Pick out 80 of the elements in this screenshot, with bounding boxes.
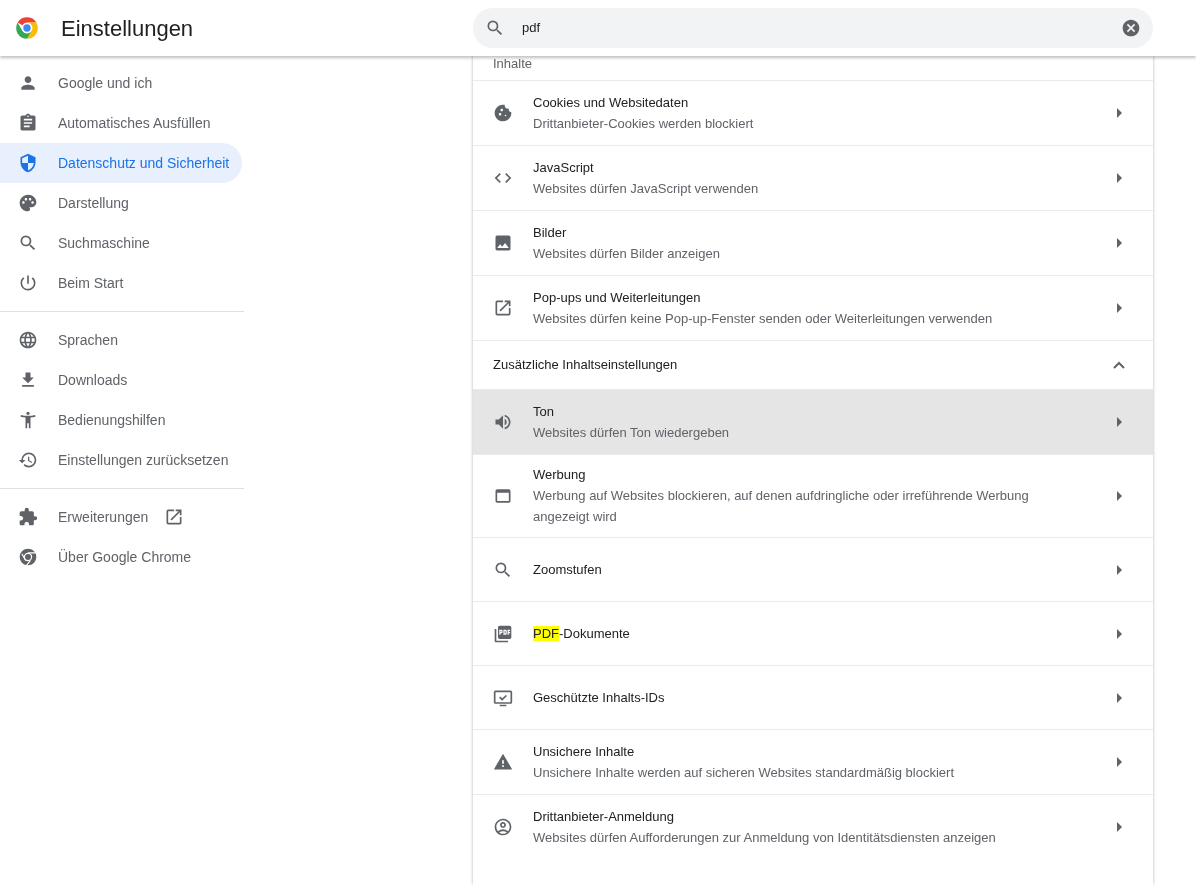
globe-icon <box>18 330 38 350</box>
page-title: Einstellungen <box>61 14 195 43</box>
row-title: Werbung <box>533 466 587 484</box>
row-title: Ton <box>533 402 555 421</box>
section-label: Inhalte <box>493 56 533 72</box>
window-icon <box>493 486 513 506</box>
arrow-right-icon <box>1117 491 1122 501</box>
row-description: Websites dürfen Bilder anzeigen <box>533 244 721 263</box>
sidebar-item[interactable]: Erweiterungen <box>0 497 242 537</box>
settings-row[interactable]: Unsichere Inhalte Unsichere Inhalte werden auf sicheren Websites standardmäßig blockiert <box>473 729 1153 794</box>
settings-row[interactable]: Ton Websites dürfen Ton wiedergeben <box>473 389 1153 454</box>
settings-row[interactable]: Bilder Websites dürfen Bilder anzeigen <box>473 210 1153 275</box>
row-description: Unsichere Inhalte werden auf sicheren Websites standardmäßig blockiert <box>533 763 956 782</box>
chrome-logo-icon <box>14 15 40 41</box>
row-title: Geschützte Inhalts-IDs <box>533 688 666 707</box>
row-title: Cookies und Websitedaten <box>533 93 690 112</box>
external-link-icon <box>164 507 185 527</box>
settings-row[interactable]: Pop-ups und Weiterleitungen Websites dürfen keine Pop-up-Fenster senden oder Weiterleitungen verwenden <box>473 275 1153 340</box>
sidebar-item[interactable]: Beim Start <box>0 263 242 303</box>
search-icon <box>485 18 505 38</box>
search-icon <box>18 233 38 253</box>
arrow-right-icon <box>1117 822 1122 832</box>
settings-row[interactable]: Werbung Werbung auf Websites blockieren, auf denen aufdringliche oder irreführende Werbung angezeigt wird <box>473 454 1153 537</box>
sidebar-item[interactable]: Google und ich <box>0 63 242 103</box>
image-icon <box>493 233 513 253</box>
settings-row[interactable]: PDF-Dokumente <box>473 601 1153 665</box>
row-title: JavaScript <box>533 158 595 177</box>
row-description: Websites dürfen JavaScript verwenden <box>533 179 760 198</box>
row-title: Pop-ups und Weiterleitungen <box>533 288 702 307</box>
sidebar-item[interactable]: Darstellung <box>0 183 242 223</box>
sidebar-item[interactable]: Bedienungshilfen <box>0 400 242 440</box>
arrow-right-icon <box>1117 173 1122 183</box>
row-title: Zoomstufen <box>533 560 603 579</box>
row-description: Websites dürfen Aufforderungen zur Anmeldung von Identitätsdiensten anzeigen <box>533 828 997 847</box>
search-input[interactable]: pdf <box>522 18 1104 38</box>
row-description: Werbung auf Websites blockieren, auf denen aufdringliche oder irreführende Werbung angezeigt wird <box>533 487 1030 526</box>
settings-row[interactable]: JavaScript Websites dürfen JavaScript verwenden <box>473 145 1153 210</box>
search-field[interactable]: pdf <box>473 8 1153 48</box>
account-icon <box>493 817 513 837</box>
settings-row[interactable]: Zoomstufen <box>473 537 1153 601</box>
settings-row[interactable]: Cookies und Websitedaten Drittanbieter-Cookies werden blockiert <box>473 80 1153 145</box>
puzzle-icon <box>18 507 38 527</box>
row-description: Websites dürfen Ton wiedergeben <box>533 423 731 442</box>
arrow-right-icon <box>1117 238 1122 248</box>
history-icon <box>18 450 38 470</box>
arrow-right-icon <box>1117 417 1122 427</box>
palette-icon <box>18 193 38 213</box>
speaker-icon <box>493 412 513 432</box>
cookie-icon <box>493 103 513 123</box>
sidebar-item[interactable]: Über Google Chrome <box>0 537 242 577</box>
row-title: Unsichere Inhalte <box>533 742 636 761</box>
sidebar-item[interactable]: Automatisches Ausfüllen <box>0 103 242 143</box>
shield-icon <box>18 153 38 173</box>
row-title: Bilder <box>533 223 568 242</box>
arrow-right-icon <box>1117 692 1122 703</box>
sidebar-item[interactable]: Downloads <box>0 360 242 400</box>
external-link-icon <box>493 298 513 318</box>
settings-row[interactable]: Geschützte Inhalts-IDs <box>473 665 1153 729</box>
sidebar-item[interactable]: Datenschutz und Sicherheit <box>0 143 242 183</box>
arrow-right-icon <box>1117 628 1122 639</box>
clipboard-icon <box>18 113 38 133</box>
sidebar-item[interactable]: Suchmaschine <box>0 223 242 263</box>
row-description: Websites dürfen keine Pop-up-Fenster senden oder Weiterleitungen verwenden <box>533 309 994 328</box>
clear-icon[interactable] <box>1121 18 1141 38</box>
chrome-logo-icon <box>18 547 38 567</box>
chevron-up-icon <box>1113 361 1125 369</box>
arrow-right-icon <box>1117 108 1122 118</box>
arrow-right-icon <box>1117 757 1122 767</box>
pdf-icon <box>493 623 513 644</box>
row-title: Drittanbieter-Anmeldung <box>533 807 675 826</box>
settings-row[interactable]: Drittanbieter-Anmeldung Websites dürfen Aufforderungen zur Anmeldung von Identitätsdiensten anzeigen <box>473 794 1153 859</box>
warning-icon <box>493 752 513 772</box>
power-icon <box>18 273 38 293</box>
accessibility-icon <box>18 410 38 430</box>
arrow-right-icon <box>1117 564 1122 575</box>
row-title: PDF-Dokumente <box>533 624 631 643</box>
sidebar-item[interactable]: Einstellungen zurücksetzen <box>0 440 242 480</box>
row-description: Drittanbieter-Cookies werden blockiert <box>533 114 755 133</box>
arrow-right-icon <box>1117 303 1122 313</box>
sidebar-item[interactable]: Sprachen <box>0 320 242 360</box>
